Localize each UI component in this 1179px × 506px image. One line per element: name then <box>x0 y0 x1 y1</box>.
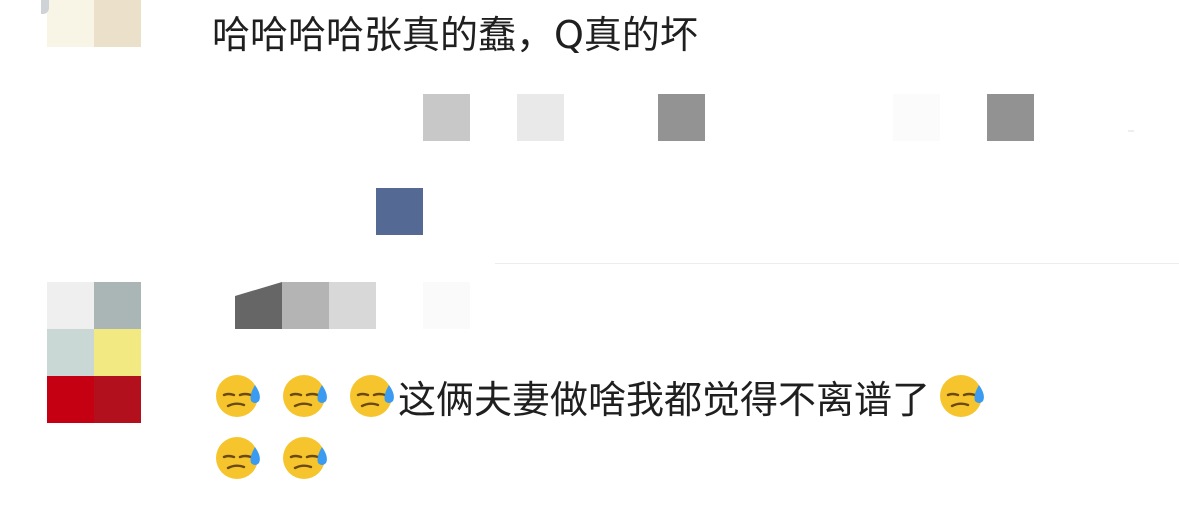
downcast-face-with-sweat-icon <box>214 433 266 485</box>
comment-text: 哈哈哈哈张真的蠢，Q真的坏 <box>212 13 698 57</box>
downcast-face-with-sweat-icon <box>281 371 333 423</box>
divider <box>495 263 1179 264</box>
redacted-reply-link[interactable] <box>376 188 423 235</box>
downcast-face-with-sweat-icon <box>348 371 400 423</box>
downcast-face-with-sweat-icon <box>214 371 266 423</box>
avatar[interactable] <box>47 282 141 423</box>
downcast-face-with-sweat-icon <box>938 371 990 423</box>
downcast-face-with-sweat-icon <box>281 433 333 485</box>
comment-text: 这俩夫妻做啥我都觉得不离谱了 <box>398 378 931 422</box>
comment-body-line: 这俩夫妻做啥我都觉得不离谱了 <box>214 369 990 424</box>
redacted-username[interactable] <box>235 282 475 329</box>
avatar[interactable] <box>41 0 141 47</box>
comment-body-line <box>214 433 333 485</box>
